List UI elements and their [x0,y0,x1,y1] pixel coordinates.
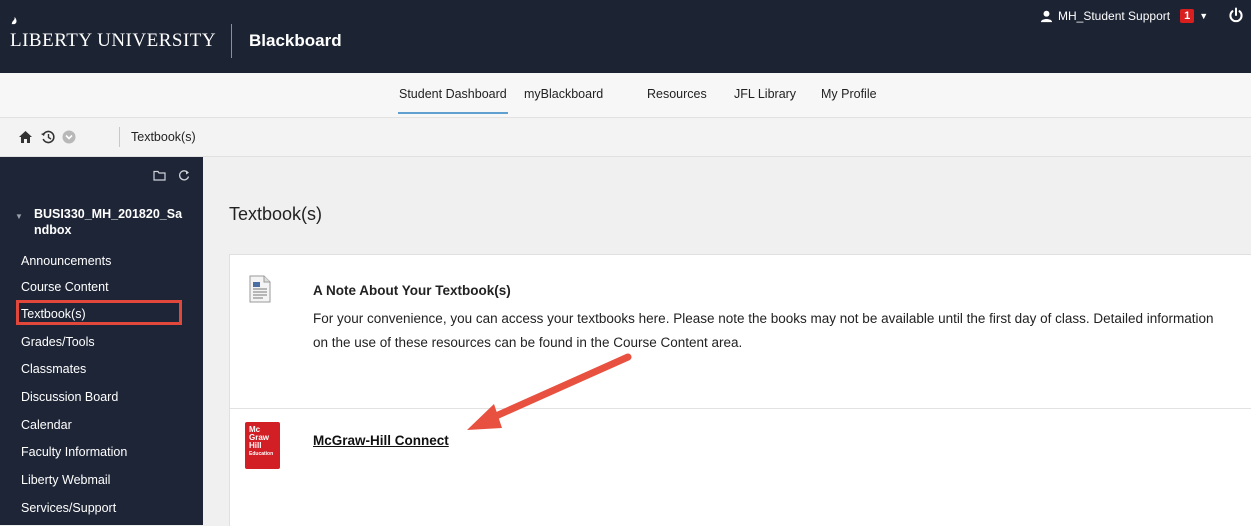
sidebar-item-announcements[interactable]: Announcements [21,254,111,268]
item-description: For your convenience, you can access you… [313,311,1214,350]
sidebar-item-liberty-webmail[interactable]: Liberty Webmail [21,473,110,487]
header-divider [231,24,232,58]
breadcrumb-divider [119,127,120,147]
content-list: A Note About Your Textbook(s) For your c… [229,254,1251,526]
tab-bar: Student Dashboard myBlackboard Resources… [0,73,1251,118]
course-title[interactable]: BUSI330_MH_201820_Sandbox [34,206,184,238]
history-icon[interactable] [40,129,56,145]
sidebar-item-services-support[interactable]: Services/Support [21,501,116,515]
course-sidebar: ▼ BUSI330_MH_201820_Sandbox Announcement… [0,157,203,525]
logo-line: Education [249,451,274,457]
chevron-down-icon[interactable] [62,130,76,144]
sidebar-item-calendar[interactable]: Calendar [21,418,72,432]
mcgraw-hill-logo[interactable]: Mc Graw Hill Education [245,422,280,469]
sidebar-item-classmates[interactable]: Classmates [21,362,86,376]
logo-line: Hill [249,441,262,450]
item-divider [230,408,1251,409]
tab-jfl-library[interactable]: JFL Library [734,87,796,101]
sidebar-item-course-content[interactable]: Course Content [21,280,109,294]
tab-student-dashboard[interactable]: Student Dashboard [398,87,508,114]
tab-myblackboard[interactable]: myBlackboard [524,87,603,101]
sidebar-item-faculty-information[interactable]: Faculty Information [21,445,127,459]
refresh-icon[interactable] [178,169,190,181]
main-content: Textbook(s) A Note About Your Textbook(s… [203,157,1251,526]
chevron-down-icon[interactable]: ▼ [1199,11,1208,21]
notification-badge[interactable]: 1 [1180,9,1195,23]
user-icon [1040,10,1053,22]
blackboard-logo[interactable]: Blackboard [249,31,342,51]
item-title: A Note About Your Textbook(s) [313,283,511,298]
user-menu[interactable]: MH_Student Support 1 ▼ [1040,8,1208,24]
user-name[interactable]: MH_Student Support [1058,9,1170,23]
folder-icon[interactable] [153,170,166,181]
breadcrumb-bar: Textbook(s) [0,118,1251,157]
university-logo[interactable]: LIBERTY UNIVERSITY [10,30,216,52]
collapse-caret-icon[interactable]: ▼ [15,212,23,221]
document-icon [249,275,271,303]
sidebar-item-grades-tools[interactable]: Grades/Tools [21,335,95,349]
mcgraw-hill-connect-link[interactable]: McGraw-Hill Connect [313,433,449,448]
tab-my-profile[interactable]: My Profile [821,87,877,101]
page-title: Textbook(s) [229,204,323,224]
power-icon[interactable] [1228,7,1244,23]
home-icon[interactable] [18,130,33,144]
top-header: LIBERTY UNIVERSITY Blackboard MH_Student… [0,0,1251,73]
sidebar-item-discussion-board[interactable]: Discussion Board [21,390,118,404]
sidebar-item-textbooks[interactable]: Textbook(s) [21,307,86,321]
tab-resources[interactable]: Resources [647,87,707,101]
breadcrumb-current[interactable]: Textbook(s) [131,130,196,144]
flame-icon [11,16,17,25]
